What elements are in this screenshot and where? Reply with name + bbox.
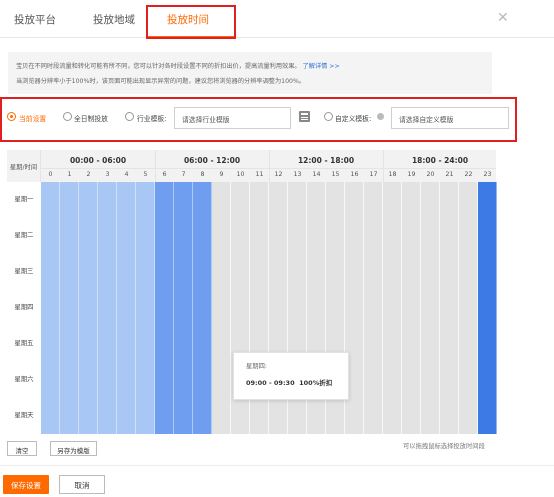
label-current-setting: 当前设置	[19, 115, 47, 123]
radio-custom-template[interactable]	[324, 112, 333, 121]
notice-box: 宝贝在不同时段流量和转化可能有所不同，您可以针对各时段设置不同的折扣出价，提高流…	[8, 52, 492, 94]
hour-label: 8	[200, 171, 205, 178]
hour-column-9[interactable]	[212, 182, 231, 434]
label-custom-template: 自定义模板:	[335, 115, 372, 123]
tab-highlight-box	[146, 5, 236, 39]
drag-hint: 可以拖拽鼠标选择投放时间段	[403, 443, 485, 450]
tooltip-time: 09:00 - 09:30	[246, 379, 295, 387]
hour-label: 12	[274, 171, 283, 178]
day-label: 星期一	[14, 196, 34, 203]
day-label: 星期二	[14, 232, 34, 239]
learn-more-link[interactable]: 了解详情 >>	[303, 63, 340, 70]
day-label: 星期三	[14, 268, 34, 275]
cancel-button[interactable]: 取消	[59, 475, 105, 494]
hour-column-3[interactable]	[98, 182, 117, 434]
tab-platform[interactable]: 投放平台	[14, 12, 56, 27]
hour-label: 16	[350, 171, 359, 178]
notice-line-1: 宝贝在不同时段流量和转化可能有所不同，您可以针对各时段设置不同的折扣出价，提高流…	[16, 63, 301, 70]
hour-column-8[interactable]	[193, 182, 212, 434]
hour-label: 14	[312, 171, 321, 178]
hour-column-17[interactable]	[364, 182, 383, 434]
label-industry-template: 行业模板:	[137, 115, 167, 123]
label-full-day: 全日制投放	[74, 115, 108, 123]
divider	[0, 465, 554, 466]
hour-label: 10	[236, 171, 245, 178]
period-label: 12:00 - 18:00	[297, 156, 355, 165]
hour-column-21[interactable]	[440, 182, 459, 434]
hour-label: 4	[124, 171, 129, 178]
tooltip-detail: 09:00 - 09:30 100%折扣	[246, 377, 348, 387]
hour-label: 3	[105, 171, 110, 178]
hour-label: 5	[143, 171, 148, 178]
tab-bar: 投放平台 投放地域 投放时间	[0, 0, 554, 38]
hour-column-0[interactable]	[41, 182, 60, 434]
grid-corner-label: 星期/时间	[7, 150, 41, 182]
tooltip-day: 星期四:	[246, 363, 268, 370]
hour-column-5[interactable]	[136, 182, 155, 434]
hour-label: 20	[426, 171, 435, 178]
time-tooltip: 星期四: 09:00 - 09:30 100%折扣	[233, 352, 349, 400]
hour-column-6[interactable]	[155, 182, 174, 434]
radio-current-setting[interactable]	[7, 112, 16, 121]
hour-label: 23	[483, 171, 492, 178]
hour-column-2[interactable]	[79, 182, 98, 434]
period-label: 18:00 - 24:00	[411, 156, 469, 165]
hour-label: 13	[293, 171, 302, 178]
industry-template-select[interactable]: 请选择行业模版	[174, 107, 291, 129]
radio-full-day[interactable]	[63, 112, 72, 121]
hour-label: 7	[181, 171, 186, 178]
hour-column-20[interactable]	[421, 182, 440, 434]
hour-column-23[interactable]	[478, 182, 497, 434]
hour-column-22[interactable]	[459, 182, 478, 434]
hour-label: 9	[219, 171, 224, 178]
clear-button[interactable]: 清空	[7, 441, 37, 456]
day-label: 星期六	[14, 376, 34, 383]
day-label: 星期天	[14, 412, 34, 419]
day-label: 星期四	[14, 304, 34, 311]
radio-industry-template[interactable]	[125, 112, 134, 121]
hour-label: 22	[464, 171, 473, 178]
hour-column-7[interactable]	[174, 182, 193, 434]
hour-label: 19	[407, 171, 416, 178]
hour-label: 0	[48, 171, 53, 178]
hour-label: 1	[67, 171, 72, 178]
hour-label: 11	[255, 171, 264, 178]
calculator-icon[interactable]	[299, 111, 310, 122]
hour-label: 17	[369, 171, 378, 178]
notice-line-2: 当浏览器分辨率小于100%时，该页面可能出现显示异常的问题，建议您将浏览器的分辨…	[16, 78, 306, 85]
hour-label: 21	[445, 171, 454, 178]
save-settings-button[interactable]: 保存设置	[3, 475, 49, 494]
custom-template-select[interactable]: 请选择自定义模版	[391, 107, 509, 129]
hour-column-1[interactable]	[60, 182, 79, 434]
help-icon[interactable]	[377, 113, 384, 120]
hour-column-19[interactable]	[402, 182, 421, 434]
close-icon[interactable]: ✕	[497, 10, 509, 26]
hour-label: 15	[331, 171, 340, 178]
day-label: 星期五	[14, 340, 34, 347]
period-label: 06:00 - 12:00	[183, 156, 241, 165]
tab-region[interactable]: 投放地域	[93, 12, 135, 27]
hour-label: 18	[388, 171, 397, 178]
save-as-template-button[interactable]: 另存为模版	[50, 441, 97, 456]
period-label: 00:00 - 06:00	[69, 156, 127, 165]
hour-column-4[interactable]	[117, 182, 136, 434]
hour-column-18[interactable]	[383, 182, 402, 434]
hour-label: 6	[162, 171, 167, 178]
tooltip-discount: 100%折扣	[299, 379, 333, 387]
hour-label: 2	[86, 171, 91, 178]
